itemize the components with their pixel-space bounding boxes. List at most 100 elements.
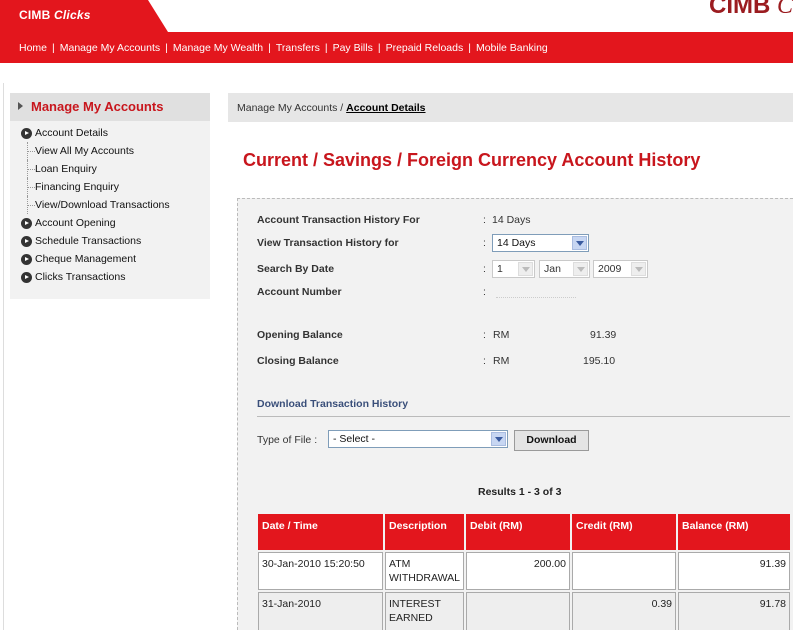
- tree-line: [27, 178, 35, 196]
- sidebar-item-label: Schedule Transactions: [35, 235, 142, 247]
- opening-balance-value: 91.39: [590, 329, 617, 341]
- brand-name-italic: Clicks: [54, 8, 91, 22]
- sidebar-item-cheque-management[interactable]: Cheque Management: [10, 250, 210, 268]
- chevron-down-icon[interactable]: [518, 262, 533, 276]
- cell-date: 30-Jan-2010 15:20:50: [258, 552, 383, 590]
- chevron-down-icon[interactable]: [491, 432, 506, 446]
- history-for-value: 14 Days: [492, 214, 531, 226]
- arrow-circle-icon: [21, 128, 32, 139]
- sidebar-item-account-opening[interactable]: Account Opening: [10, 214, 210, 232]
- nav-separator: |: [324, 42, 328, 54]
- tree-line: [27, 160, 35, 178]
- nav-item-transfers[interactable]: Transfers: [276, 42, 320, 54]
- main-nav: Home | Manage My Accounts | Manage My Wealth…: [0, 32, 793, 63]
- cell-balance: 91.78: [678, 592, 790, 630]
- breadcrumb-current[interactable]: Account Details: [346, 102, 425, 114]
- sidebar-item-label: View/Download Transactions: [35, 199, 170, 211]
- nav-item-home[interactable]: Home: [19, 42, 47, 54]
- divider: [257, 416, 790, 417]
- sidebar-item-label: Cheque Management: [35, 253, 136, 265]
- opening-balance-label: Opening Balance: [257, 329, 343, 341]
- col-header-date: Date / Time: [258, 514, 383, 550]
- download-button[interactable]: Download: [514, 430, 589, 451]
- file-type-label: Type of File :: [257, 434, 318, 446]
- sidebar-item-account-details[interactable]: Account Details: [10, 124, 210, 142]
- view-history-label: View Transaction History for: [257, 237, 399, 249]
- sidebar-item-label: Account Opening: [35, 217, 116, 229]
- nav-item-manage-my-accounts[interactable]: Manage My Accounts: [60, 42, 160, 54]
- view-history-select[interactable]: 14 Days: [492, 234, 589, 252]
- colon: :: [483, 237, 486, 249]
- sidebar: Manage My Accounts Account Details View A…: [10, 93, 210, 299]
- chevron-down-icon[interactable]: [572, 236, 587, 250]
- col-header-credit: Credit (RM): [572, 514, 676, 550]
- arrow-circle-icon: [21, 218, 32, 229]
- breadcrumb-parent[interactable]: Manage My Accounts /: [237, 102, 343, 114]
- nav-separator: |: [468, 42, 471, 54]
- breadcrumb: Manage My Accounts / Account Details: [237, 102, 426, 114]
- breadcrumb-bar: Manage My Accounts / Account Details: [228, 93, 793, 122]
- arrow-circle-icon: [21, 254, 32, 265]
- page-title: Current / Savings / Foreign Currency Acc…: [243, 150, 701, 170]
- nav-item-mobile-banking[interactable]: Mobile Banking: [476, 42, 548, 54]
- sidebar-item-view-download-transactions[interactable]: View/Download Transactions: [10, 196, 210, 214]
- cimb-logo: CIMB C: [709, 0, 793, 20]
- search-by-date-label: Search By Date: [257, 263, 335, 275]
- chevron-down-icon[interactable]: [573, 262, 588, 276]
- cell-debit: [466, 592, 570, 630]
- view-history-select-value: 14 Days: [497, 237, 536, 249]
- sidebar-item-view-all-my-accounts[interactable]: View All My Accounts: [10, 142, 210, 160]
- sidebar-item-clicks-transactions[interactable]: Clicks Transactions: [10, 268, 210, 286]
- top-header: CIMB Clicks CIMB C: [0, 0, 793, 32]
- sidebar-item-schedule-transactions[interactable]: Schedule Transactions: [10, 232, 210, 250]
- day-select-value: 1: [497, 263, 503, 275]
- sidebar-header[interactable]: Manage My Accounts: [10, 93, 210, 121]
- download-section-title: Download Transaction History: [257, 398, 409, 410]
- opening-currency: RM: [493, 329, 510, 341]
- month-select[interactable]: Jan: [539, 260, 590, 278]
- col-header-balance: Balance (RM): [678, 514, 790, 550]
- col-header-debit: Debit (RM): [466, 514, 570, 550]
- file-type-select[interactable]: - Select -: [328, 430, 508, 448]
- nav-item-prepaid-reloads[interactable]: Prepaid Reloads: [386, 42, 464, 54]
- brand-tab: CIMB Clicks: [0, 0, 168, 32]
- brand-logo[interactable]: CIMB Clicks: [19, 8, 91, 22]
- sidebar-item-label: View All My Accounts: [35, 145, 135, 157]
- brand-name: CIMB: [19, 8, 51, 22]
- colon: :: [483, 329, 486, 341]
- colon: :: [483, 286, 486, 298]
- chevron-down-icon[interactable]: [631, 262, 646, 276]
- cell-date: 31-Jan-2010: [258, 592, 383, 630]
- nav-item-pay-bills[interactable]: Pay Bills: [333, 42, 373, 54]
- cell-credit: 0.39: [572, 592, 676, 630]
- nav-list: Home | Manage My Accounts | Manage My Wealth…: [19, 42, 548, 54]
- nav-separator: |: [268, 42, 271, 54]
- day-select[interactable]: 1: [492, 260, 535, 278]
- sidebar-item-label: Account Details: [35, 127, 108, 139]
- sidebar-title: Manage My Accounts: [31, 99, 164, 114]
- colon: :: [483, 263, 486, 275]
- sidebar-item-financing-enquiry[interactable]: Financing Enquiry: [10, 178, 210, 196]
- cimb-logo-tail: C: [776, 0, 793, 19]
- cell-debit: 200.00: [466, 552, 570, 590]
- nav-separator: |: [165, 42, 168, 54]
- colon: :: [483, 214, 486, 226]
- sidebar-item-label: Financing Enquiry: [35, 181, 120, 193]
- year-select[interactable]: 2009: [593, 260, 648, 278]
- history-for-label: Account Transaction History For: [257, 214, 420, 226]
- cell-description: ATM WITHDRAWAL: [385, 552, 464, 590]
- sidebar-item-loan-enquiry[interactable]: Loan Enquiry: [10, 160, 210, 178]
- cell-balance: 91.39: [678, 552, 790, 590]
- sidebar-items: Account Details View All My Accounts Loan …: [10, 124, 210, 286]
- nav-item-manage-my-wealth[interactable]: Manage My Wealth: [173, 42, 263, 54]
- results-count: Results 1 - 3 of 3: [478, 486, 562, 498]
- nav-separator: |: [52, 42, 55, 54]
- cimb-logo-text: CIMB: [708, 0, 771, 19]
- expand-arrow-icon: [18, 102, 23, 110]
- cell-description: INTEREST EARNED: [385, 592, 464, 630]
- closing-balance-label: Closing Balance: [257, 355, 339, 367]
- sidebar-item-label: Clicks Transactions: [35, 271, 126, 283]
- account-number-masked: [496, 297, 576, 299]
- tree-line: [27, 196, 35, 214]
- year-select-value: 2009: [598, 263, 622, 275]
